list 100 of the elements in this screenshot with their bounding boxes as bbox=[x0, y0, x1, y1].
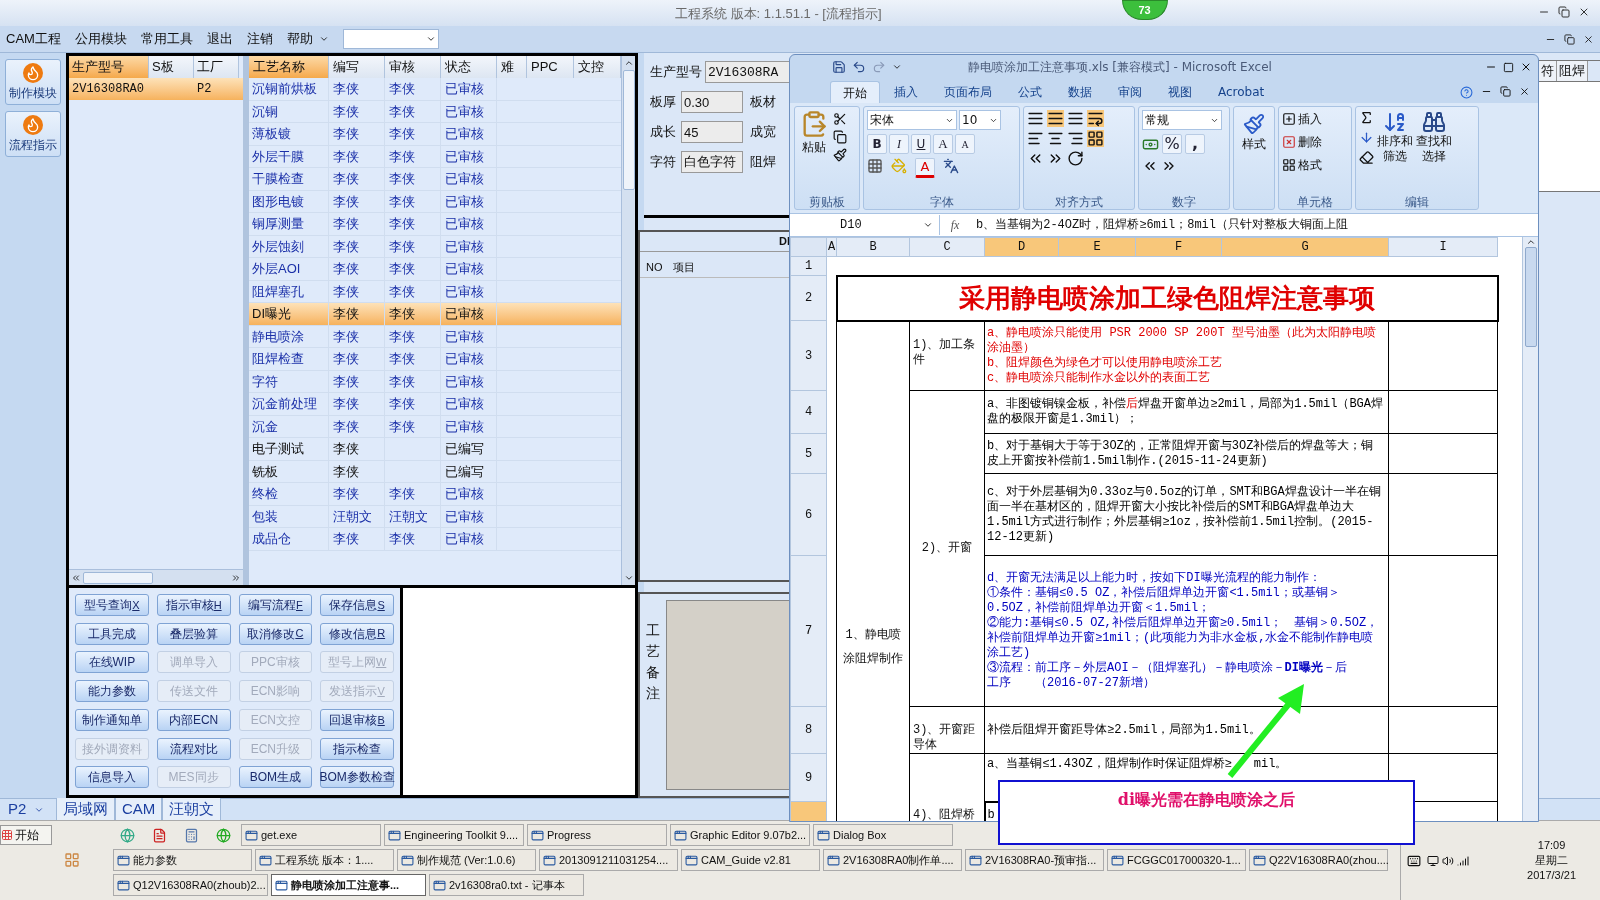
underline-button[interactable]: U bbox=[911, 134, 931, 154]
table-row[interactable]: 包装 汪朝文 汪朝文 已审核 bbox=[249, 505, 621, 528]
restore-icon[interactable] bbox=[1558, 6, 1570, 18]
row-header[interactable]: 5 bbox=[790, 433, 827, 474]
text-field[interactable]: 0.30 bbox=[681, 91, 743, 113]
menu-item[interactable]: 注销 bbox=[246, 29, 273, 49]
column-header[interactable]: B bbox=[836, 237, 910, 257]
row-header[interactable]: 6 bbox=[790, 473, 827, 556]
action-button[interactable]: 流程对比 bbox=[156, 737, 231, 760]
taskbar-item[interactable]: Dialog Box bbox=[813, 824, 953, 846]
sidebar-button[interactable]: 流程指示 bbox=[5, 111, 61, 157]
table-row[interactable]: 外层蚀刻 李侠 李侠 已审核 bbox=[249, 235, 621, 258]
bold-button[interactable]: B bbox=[867, 134, 887, 154]
taskbar-item[interactable]: 工程系统 版本：1.... bbox=[255, 849, 394, 871]
middle-align-icon[interactable] bbox=[1047, 110, 1064, 127]
column-header[interactable]: S板 bbox=[149, 56, 194, 78]
taskbar-item[interactable]: Engineering Toolkit 9.... bbox=[384, 824, 524, 846]
row-header[interactable]: 4 bbox=[790, 390, 827, 434]
taskbar-item[interactable]: 2013091211031254.... bbox=[539, 849, 678, 871]
document-icon[interactable] bbox=[152, 827, 167, 843]
text-field[interactable]: 白色字符 bbox=[681, 151, 743, 173]
column-header[interactable]: 审核 bbox=[385, 56, 441, 78]
name-box[interactable]: D10 bbox=[790, 215, 940, 235]
ribbon-tab[interactable]: 插入 bbox=[882, 81, 930, 103]
wrap-text-icon[interactable] bbox=[1087, 110, 1104, 127]
status-tab[interactable]: 汪朝文 bbox=[162, 798, 222, 821]
menu-item[interactable]: 公用模块 bbox=[74, 29, 127, 49]
dropdown-icon[interactable] bbox=[318, 34, 329, 44]
shrink-font-button[interactable]: A bbox=[955, 134, 975, 154]
restore-icon[interactable] bbox=[1500, 86, 1511, 97]
column-header[interactable]: 文控 bbox=[574, 56, 621, 78]
table-row[interactable]: 外层AOI 李侠 李侠 已审核 bbox=[249, 258, 621, 281]
ribbon-tab[interactable]: 页面布局 bbox=[932, 81, 1004, 103]
taskbar-item[interactable]: 2V16308RA0-预审指... bbox=[965, 849, 1104, 871]
action-button[interactable]: 编写流程F bbox=[238, 594, 313, 616]
table-row[interactable]: 终检 李侠 李侠 已审核 bbox=[249, 483, 621, 506]
action-button[interactable]: 指示检查 bbox=[320, 737, 394, 760]
sidebar-button[interactable]: 制作模块 bbox=[5, 59, 61, 105]
globe-icon[interactable] bbox=[216, 827, 231, 843]
row-header[interactable]: 9 bbox=[790, 753, 827, 802]
row-header[interactable]: 2 bbox=[790, 275, 827, 321]
column-header[interactable]: F bbox=[1135, 237, 1222, 257]
ribbon-tab[interactable]: 开始 bbox=[830, 81, 880, 103]
taskbar-item[interactable]: 2V16308RA0制作单.... bbox=[823, 849, 962, 871]
taskbar-item[interactable]: 2v16308ra0.txt - 记事本 bbox=[429, 874, 584, 896]
taskbar-item[interactable]: Q22V16308RA0(zhou.... bbox=[1249, 849, 1388, 871]
orientation-icon[interactable] bbox=[1067, 150, 1084, 167]
taskbar-item[interactable]: 制作规范 (Ver:1.0.6) bbox=[397, 849, 536, 871]
ribbon-tab[interactable]: 审阅 bbox=[1106, 81, 1154, 103]
fill-color-icon[interactable] bbox=[891, 158, 907, 174]
action-button[interactable]: 保存信息S bbox=[320, 594, 394, 616]
percent-button[interactable]: % bbox=[1162, 134, 1182, 154]
taskbar-item[interactable]: CAM_Guide v2.81 bbox=[681, 849, 820, 871]
save-icon[interactable] bbox=[832, 60, 846, 74]
menu-item[interactable]: 退出 bbox=[206, 29, 233, 49]
font-name-box[interactable]: 宋体 bbox=[867, 110, 957, 130]
action-button[interactable]: 回退审核B bbox=[320, 708, 394, 731]
column-header[interactable]: 编写 bbox=[329, 56, 385, 78]
close-icon[interactable] bbox=[1578, 6, 1590, 18]
paste-button[interactable]: 粘贴 bbox=[798, 110, 830, 190]
scissors-icon[interactable] bbox=[833, 112, 847, 126]
column-header[interactable]: D bbox=[984, 237, 1059, 257]
taskbar-item[interactable]: FCGGC017000320-1... bbox=[1107, 849, 1246, 871]
table-row[interactable]: 沉铜 李侠 李侠 已审核 bbox=[249, 100, 621, 123]
column-header[interactable]: E bbox=[1058, 237, 1136, 257]
column-header[interactable]: C bbox=[909, 237, 985, 257]
scroll-right-icon[interactable] bbox=[231, 572, 241, 583]
scrollbar-thumb[interactable] bbox=[622, 70, 635, 190]
number-format-box[interactable]: 常规 bbox=[1142, 110, 1222, 130]
status-tab[interactable]: CAM bbox=[115, 798, 163, 821]
scroll-up-icon[interactable] bbox=[623, 58, 634, 68]
close-icon[interactable] bbox=[1583, 33, 1594, 45]
bottom-align-icon[interactable] bbox=[1067, 110, 1084, 127]
close-icon[interactable] bbox=[1519, 86, 1530, 97]
font-size-box[interactable]: 10 bbox=[959, 110, 1001, 130]
copy-icon[interactable] bbox=[833, 130, 847, 144]
keyboard-icon[interactable] bbox=[1407, 853, 1421, 868]
paintbrush-icon[interactable] bbox=[833, 148, 847, 162]
help-icon[interactable] bbox=[1460, 86, 1473, 99]
format-button[interactable]: 格式 bbox=[1282, 156, 1322, 174]
table-row[interactable]: 外层干膜 李侠 李侠 已审核 bbox=[249, 145, 621, 168]
column-header[interactable]: 工艺名称 bbox=[249, 56, 329, 78]
scroll-up-icon[interactable] bbox=[1525, 237, 1536, 247]
column-header[interactable]: G bbox=[1221, 237, 1389, 257]
action-button[interactable]: 工具完成 bbox=[75, 622, 149, 645]
align-center-icon[interactable] bbox=[1047, 130, 1064, 147]
align-right-icon[interactable] bbox=[1067, 130, 1084, 147]
function-icon[interactable]: fx bbox=[940, 216, 970, 234]
table-row[interactable]: 字符 李侠 李侠 已审核 bbox=[249, 370, 621, 393]
insert-button[interactable]: 插入 bbox=[1282, 110, 1322, 128]
scrollbar-thumb[interactable] bbox=[83, 571, 153, 584]
action-button[interactable]: 取消修改C bbox=[238, 622, 313, 645]
action-button[interactable]: 修改信息R bbox=[320, 622, 394, 645]
sum-icon[interactable] bbox=[1359, 110, 1374, 125]
vertical-scrollbar[interactable] bbox=[621, 56, 635, 585]
menu-item[interactable]: 常用工具 bbox=[140, 29, 193, 49]
monitor-icon[interactable] bbox=[1427, 854, 1439, 867]
action-button[interactable]: 信息导入 bbox=[75, 766, 149, 789]
taskbar-item[interactable]: 能力参数 bbox=[113, 849, 252, 871]
table-row[interactable]: 沉铜前烘板 李侠 李侠 已审核 bbox=[249, 78, 621, 101]
